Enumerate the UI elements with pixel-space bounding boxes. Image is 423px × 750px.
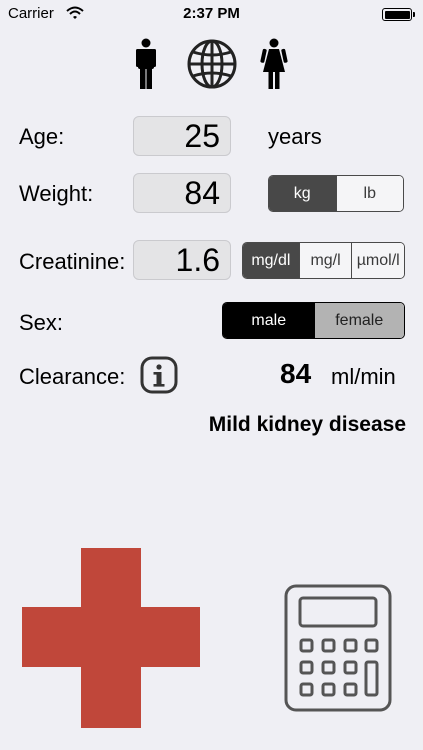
battery-icon xyxy=(382,8,415,21)
age-input[interactable]: 25 xyxy=(133,116,231,156)
red-cross-icon[interactable] xyxy=(22,548,200,728)
clock: 2:37 PM xyxy=(183,5,240,22)
clearance-value: 84 xyxy=(280,358,312,389)
info-icon[interactable] xyxy=(140,356,178,394)
weight-label: Weight: xyxy=(19,181,94,206)
sex-label: Sex: xyxy=(19,310,64,335)
status-bar: Carrier 2:37 PM xyxy=(0,0,423,28)
sex-control: male female xyxy=(222,302,405,339)
sex-female-option[interactable]: female xyxy=(313,303,404,338)
unit-mg-l[interactable]: mg/l xyxy=(298,243,352,278)
sex-male-option[interactable]: male xyxy=(223,303,314,338)
male-icon[interactable] xyxy=(134,38,158,90)
unit-kg[interactable]: kg xyxy=(269,176,336,211)
unit-umol-l[interactable]: µmol/l xyxy=(351,243,404,278)
globe-icon[interactable] xyxy=(186,38,238,90)
unit-lb[interactable]: lb xyxy=(335,176,403,211)
female-icon[interactable] xyxy=(260,38,288,90)
creatinine-label: Creatinine: xyxy=(19,249,126,274)
clearance-unit: ml/min xyxy=(331,364,396,389)
clearance-label: Clearance: xyxy=(19,364,126,389)
age-unit: years xyxy=(268,124,322,149)
creatinine-input[interactable]: 1.6 xyxy=(133,240,231,280)
weight-unit-control: kg lb xyxy=(268,175,404,212)
age-label: Age: xyxy=(19,124,65,149)
weight-input[interactable]: 84 xyxy=(133,173,231,213)
diagnosis-text: Mild kidney disease xyxy=(208,413,406,436)
unit-mg-dl[interactable]: mg/dl xyxy=(243,243,299,278)
calculator-icon[interactable] xyxy=(284,584,392,712)
creatinine-unit-control: mg/dl mg/l µmol/l xyxy=(242,242,405,279)
